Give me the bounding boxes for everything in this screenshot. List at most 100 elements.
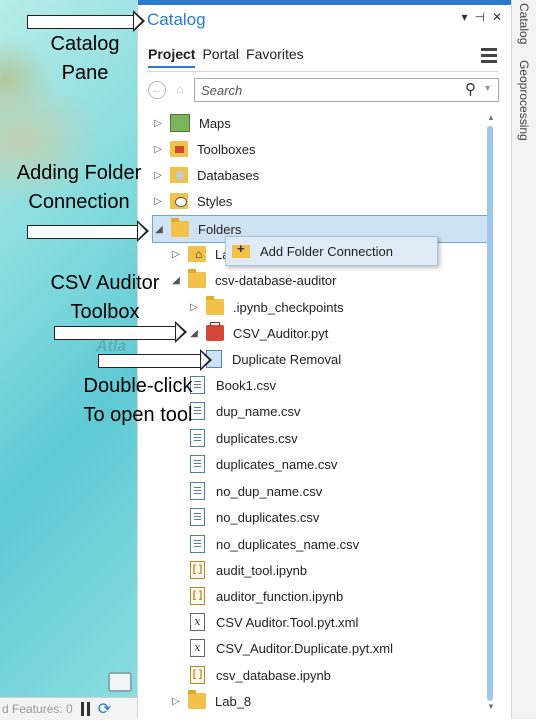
pane-controls: ▾ ⊣ ✕: [461, 10, 502, 24]
tree-item[interactable]: no_duplicates.csv: [188, 504, 319, 530]
expand-arrow-icon[interactable]: ▷: [152, 118, 164, 129]
tree-item[interactable]: dup_name.csv: [188, 398, 301, 424]
side-tab-strip: Catalog Geoprocessing: [511, 0, 536, 719]
hamburger-menu-icon[interactable]: [481, 48, 497, 66]
annotation-line: Adding Folder: [16, 162, 142, 184]
scroll-up-icon[interactable]: ▲: [487, 113, 495, 122]
context-menu: Add Folder Connection: [225, 236, 438, 266]
side-tab-geoprocessing[interactable]: Geoprocessing: [517, 60, 531, 141]
annotation-csv-auditor: CSV Auditor Toolbox: [40, 269, 170, 327]
annotation-line: To open tool: [83, 404, 193, 426]
tree-item-label: Folders: [198, 221, 242, 237]
csv-file-icon: [190, 455, 205, 473]
tabs-divider: [147, 71, 499, 72]
search-dropdown-icon[interactable]: ▼: [483, 83, 492, 93]
tree-item[interactable]: ▷La: [170, 241, 229, 267]
expand-arrow-icon[interactable]: ▷: [188, 302, 200, 313]
tree-item[interactable]: ◢ csv-database-auditor: [170, 267, 336, 293]
back-arrow-icon[interactable]: ←: [148, 81, 166, 99]
tree-item-label: .ipynb_checkpoints: [233, 299, 344, 315]
tree-item-label: no_dup_name.csv: [216, 483, 323, 499]
catalog-tabs: Project Portal Favorites: [148, 46, 304, 68]
tree-item-label: Lab_8: [215, 693, 252, 709]
tree-item-label: dup_name.csv: [216, 403, 301, 419]
collapse-arrow-icon[interactable]: ◢: [188, 328, 200, 339]
pane-menu-icon[interactable]: ▾: [461, 10, 467, 24]
python-toolbox-icon: [206, 322, 224, 341]
tree-item[interactable]: no_dup_name.csv: [188, 478, 322, 504]
tree-item-label: csv-database-auditor: [215, 272, 337, 288]
folder-icon: [171, 218, 189, 237]
tree-item-label: csv_database.ipynb: [216, 667, 331, 683]
pane-title: Catalog: [147, 10, 206, 29]
pane-pin-icon[interactable]: ⊣: [474, 10, 484, 24]
add-folder-connection-menu-item[interactable]: Add Folder Connection: [226, 237, 437, 265]
pane-close-icon[interactable]: ✕: [492, 10, 502, 24]
tree-item[interactable]: [ ] csv_database.ipynb: [188, 662, 331, 688]
tree-item[interactable]: x CSV_Auditor.Duplicate.pyt.xml: [188, 635, 393, 661]
annotation-adding-folder: Adding Folder Connection: [5, 159, 153, 217]
annotation-arrow-folders: [27, 220, 149, 242]
tree-item[interactable]: no_duplicates_name.csv: [188, 531, 359, 557]
tree-item[interactable]: ▷ .ipynb_checkpoints: [188, 294, 344, 320]
annotation-arrow-tool: [98, 349, 212, 371]
csv-file-icon: [190, 429, 205, 447]
tab-project[interactable]: Project: [148, 46, 196, 68]
csv-file-icon: [190, 535, 205, 553]
annotation-arrow-toolbox: [54, 321, 187, 343]
home-icon[interactable]: ⌂: [172, 81, 188, 97]
tree-item[interactable]: ▷ Toolboxes: [152, 136, 256, 162]
tree-item[interactable]: [ ] audit_tool.ipynb: [188, 557, 307, 583]
tab-favorites[interactable]: Favorites: [246, 46, 304, 68]
expand-arrow-icon[interactable]: ▷: [152, 144, 164, 155]
tree-item-label: Book1.csv: [216, 377, 276, 393]
expand-arrow-icon[interactable]: ▷: [152, 170, 164, 181]
tree-item[interactable]: Duplicate Removal: [206, 346, 341, 372]
tree-item[interactable]: duplicates.csv: [188, 425, 298, 451]
tree-item-label: no_duplicates_name.csv: [216, 536, 360, 552]
tree-item-label: CSV_Auditor.Duplicate.pyt.xml: [216, 640, 394, 656]
database-folder-icon: [170, 167, 188, 183]
pause-icon[interactable]: [80, 702, 90, 716]
annotation-line: Double-click: [83, 375, 193, 397]
xml-file-icon: x: [190, 613, 205, 631]
csv-file-icon: [190, 482, 205, 500]
collapse-arrow-icon[interactable]: ◢: [170, 275, 182, 286]
add-folder-icon: [232, 241, 250, 258]
tree-item[interactable]: ▷ Styles: [152, 188, 232, 214]
refresh-icon[interactable]: ⟳: [98, 699, 111, 719]
tree-item-label: Databases: [197, 167, 260, 183]
tab-portal[interactable]: Portal: [202, 46, 239, 68]
scroll-thumb[interactable]: [487, 126, 493, 701]
notebook-icon: [ ]: [190, 666, 205, 684]
scroll-down-icon[interactable]: ▼: [487, 702, 495, 711]
notebook-icon: [ ]: [190, 587, 205, 605]
map-overview-icon[interactable]: [108, 672, 132, 692]
expand-arrow-icon[interactable]: ▷: [170, 696, 182, 707]
tree-item[interactable]: ▷ Lab_8: [170, 688, 251, 714]
selected-features-count: d Features: 0: [2, 702, 73, 716]
tree-item[interactable]: duplicates_name.csv: [188, 451, 337, 477]
annotation-double-click: Double-click To open tool: [72, 372, 204, 430]
tree-item-label: Toolboxes: [197, 141, 256, 157]
tree-item[interactable]: ◢ CSV_Auditor.pyt: [188, 320, 328, 346]
map-status-bar: d Features: 0 ⟳: [0, 697, 137, 720]
collapse-arrow-icon[interactable]: ◢: [153, 224, 165, 235]
tree-item-label: duplicates_name.csv: [216, 456, 338, 472]
annotation-line: Toolbox: [70, 301, 140, 323]
tree-item[interactable]: x CSV Auditor.Tool.pyt.xml: [188, 609, 358, 635]
tree-item-label: Styles: [197, 193, 233, 209]
search-input[interactable]: [199, 81, 453, 99]
tree-item[interactable]: [ ] auditor_function.ipynb: [188, 583, 343, 609]
search-icon[interactable]: ⚲: [465, 80, 476, 98]
folder-icon: [188, 269, 206, 288]
menu-item-label: Add Folder Connection: [260, 243, 393, 259]
tree-item[interactable]: ▷ Databases: [152, 162, 259, 188]
expand-arrow-icon[interactable]: ▷: [170, 249, 182, 260]
side-tab-catalog[interactable]: Catalog: [517, 3, 531, 44]
tree-item[interactable]: ▷ Maps: [152, 110, 231, 136]
tree-item-label: Maps: [199, 115, 231, 131]
tree-item-label: CSV_Auditor.pyt: [233, 325, 329, 341]
folder-icon: [206, 296, 224, 315]
expand-arrow-icon[interactable]: ▷: [152, 196, 164, 207]
